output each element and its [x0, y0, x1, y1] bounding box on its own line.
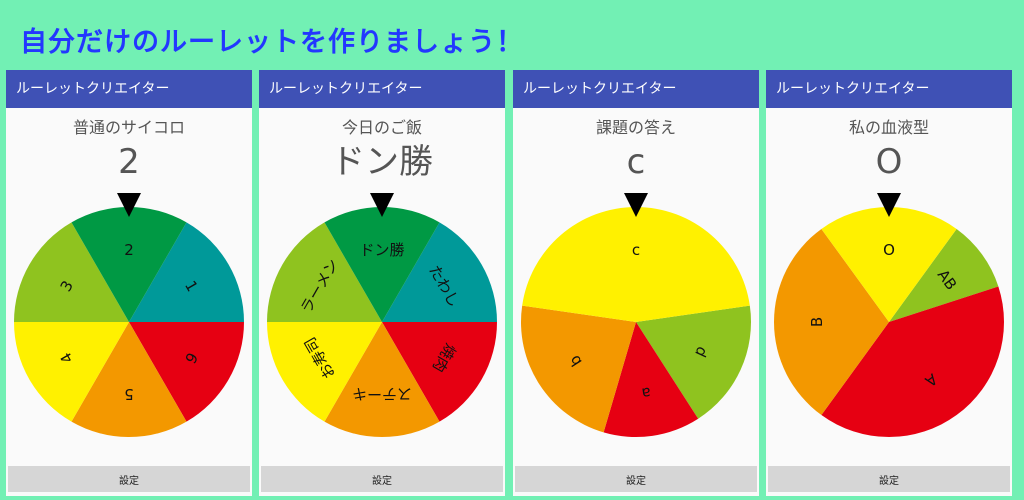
settings-button[interactable]: 設定: [8, 466, 250, 492]
app-title: ルーレットクリエイター: [523, 81, 677, 97]
roulette-title: 普通のサイコロ: [72, 118, 185, 137]
settings-button[interactable]: 設定: [261, 466, 503, 492]
app-bar: ルーレットクリエイター: [6, 70, 252, 108]
roulette-title: 私の血液型: [848, 118, 929, 137]
app-bar: ルーレットクリエイター: [766, 70, 1012, 108]
app-title: ルーレットクリエイター: [776, 81, 930, 97]
wheel-segment: [522, 207, 750, 322]
roulette-result: ドン勝: [331, 142, 433, 182]
phone-screen-answer: ルーレットクリエイター 課題の答え c dabc 設定: [513, 70, 759, 496]
phone-screen-blood: ルーレットクリエイター 私の血液型 O AB A B O 設定: [766, 70, 1012, 496]
segment-label: ステーキ: [352, 385, 412, 403]
settings-button[interactable]: 設定: [768, 466, 1010, 492]
roulette-wheel[interactable]: たわし焼肉ステーキお寿司ラーメンドン勝: [259, 190, 505, 450]
segment-label: c: [632, 241, 640, 259]
roulette-wheel[interactable]: 165432: [6, 190, 252, 450]
segment-label: O: [883, 241, 895, 259]
roulette-result: 2: [118, 142, 140, 182]
roulette-result: O: [875, 142, 903, 182]
app-bar: ルーレットクリエイター: [259, 70, 505, 108]
app-title: ルーレットクリエイター: [16, 81, 170, 97]
roulette-wheel[interactable]: ABABO: [766, 190, 1012, 450]
segment-label: 5: [124, 385, 134, 403]
settings-button[interactable]: 設定: [515, 466, 757, 492]
roulette-title: 課題の答え: [595, 118, 676, 137]
app-title: ルーレットクリエイター: [269, 81, 423, 97]
segment-label: ドン勝: [359, 241, 404, 259]
app-bar: ルーレットクリエイター: [513, 70, 759, 108]
roulette-result: c: [626, 142, 646, 182]
segment-label: B: [808, 317, 826, 327]
segment-label: 2: [124, 241, 134, 259]
banner-title: 自分だけのルーレットを作りましょう！: [20, 27, 524, 58]
roulette-title: 今日のご飯: [341, 118, 422, 137]
phone-screen-meal: ルーレットクリエイター 今日のご飯 ドン勝 たわし 焼肉 ステーキ お寿司 ラーメン ドン…: [259, 70, 505, 496]
roulette-wheel[interactable]: dabc: [513, 190, 759, 450]
phone-screen-dice: ルーレットクリエイター 普通のサイコロ 2 165432 設定: [6, 70, 252, 496]
